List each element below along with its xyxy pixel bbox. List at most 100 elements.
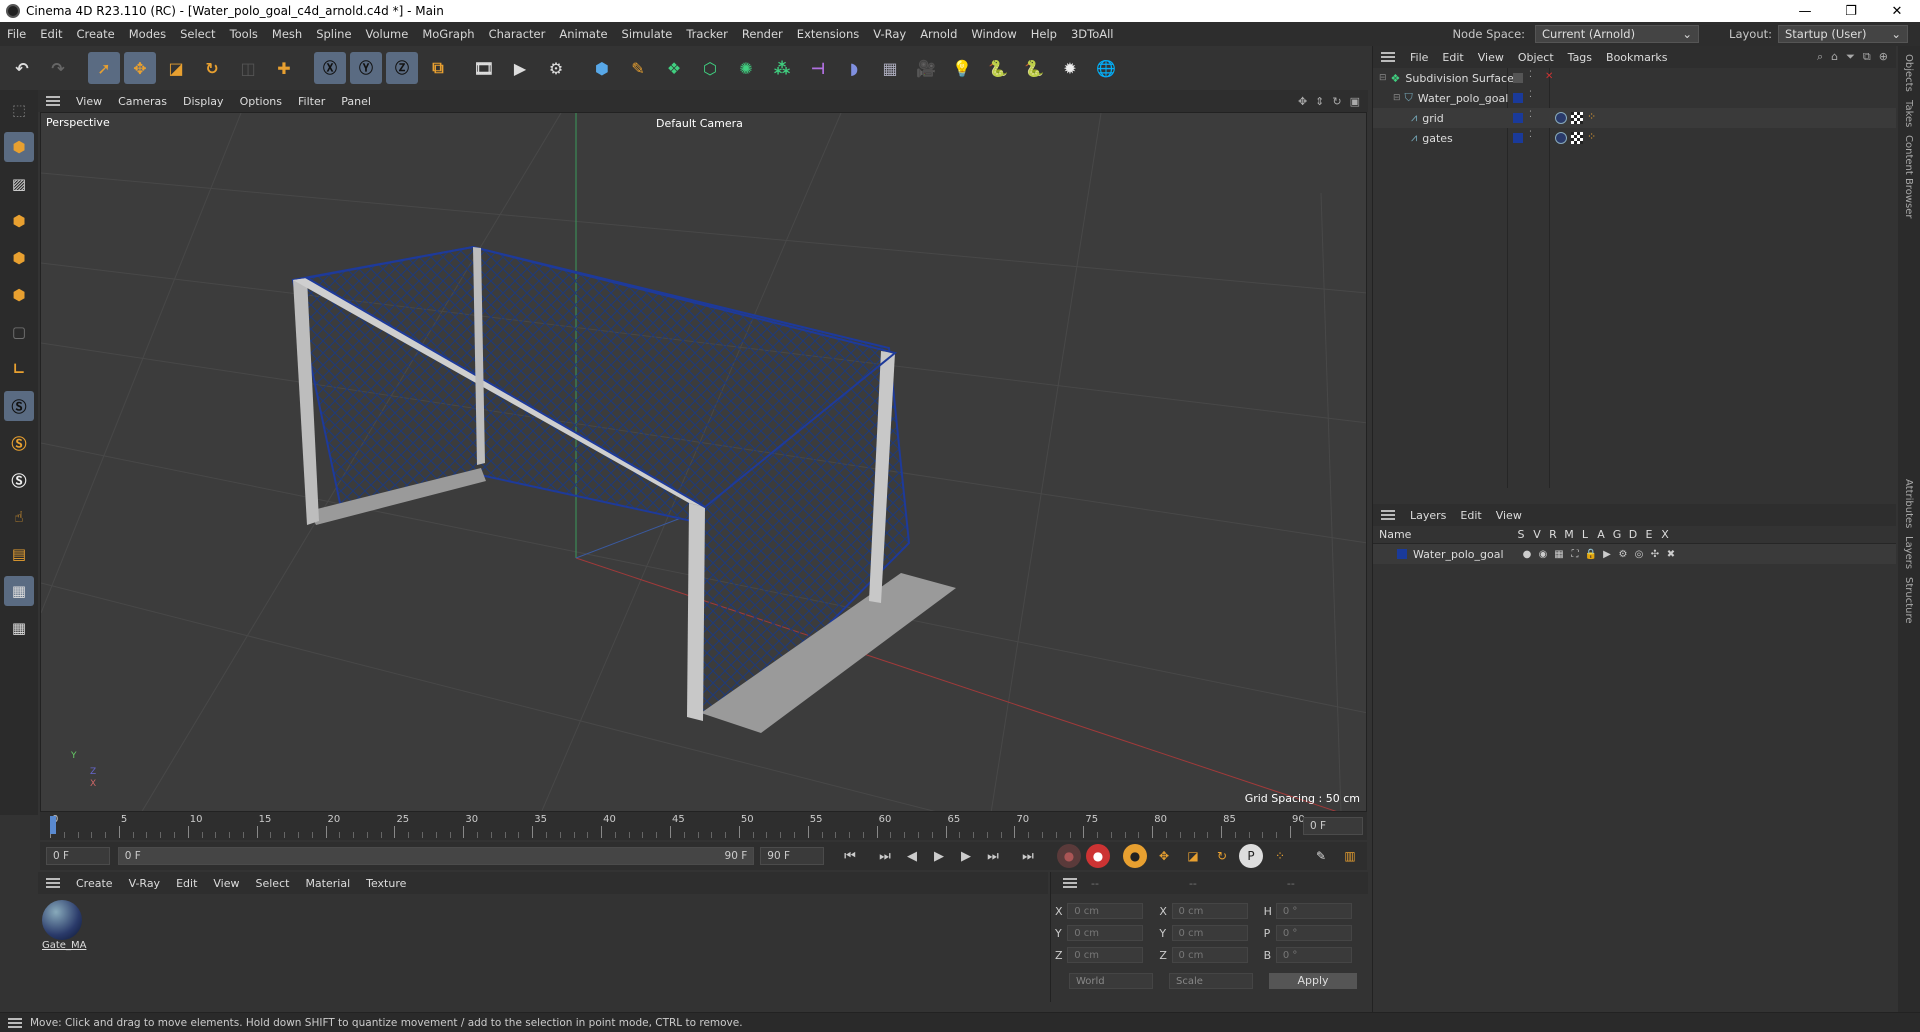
visible-editor-icon[interactable]: ◉ bbox=[1535, 549, 1551, 560]
snap-settings-button[interactable]: Ⓢ bbox=[4, 428, 34, 458]
model-mode-button[interactable]: ⬢ bbox=[4, 132, 34, 162]
go-to-start-button[interactable]: ⏮ bbox=[838, 845, 862, 867]
layer-color-swatch[interactable] bbox=[1397, 549, 1407, 559]
record-active-keys-icon[interactable]: ● bbox=[1085, 844, 1110, 868]
material-menu-create[interactable]: Create bbox=[68, 877, 121, 890]
material-menu-material[interactable]: Material bbox=[297, 877, 358, 890]
material-tag-icon[interactable] bbox=[1555, 112, 1567, 124]
python-generator-button[interactable]: 🐍 bbox=[1018, 52, 1050, 84]
maximize-button[interactable]: ❐ bbox=[1828, 4, 1874, 19]
workplane-button[interactable]: ▤ bbox=[4, 539, 34, 569]
object-menu-tags[interactable]: Tags bbox=[1561, 51, 1599, 64]
menu-mesh[interactable]: Mesh bbox=[265, 27, 309, 41]
menu-animate[interactable]: Animate bbox=[552, 27, 614, 41]
render-picture-viewer-button[interactable]: ▶ bbox=[504, 52, 536, 84]
previous-frame-button[interactable]: ◀ bbox=[900, 845, 924, 867]
planar-workplane-button[interactable]: ▦ bbox=[4, 613, 34, 643]
menu-file[interactable]: File bbox=[0, 27, 33, 41]
object-menu-object[interactable]: Object bbox=[1511, 51, 1561, 64]
visibility-dots-icon[interactable]: ⁚ bbox=[1529, 90, 1532, 100]
viewport-menu-display[interactable]: Display bbox=[175, 95, 232, 108]
search-icon[interactable]: ⌕ bbox=[1817, 50, 1823, 64]
play-button[interactable]: ▶ bbox=[927, 845, 951, 867]
layer-column-name[interactable]: Name bbox=[1373, 528, 1513, 541]
apply-button[interactable]: Apply bbox=[1269, 973, 1357, 989]
move-tool-button[interactable]: ✥ bbox=[124, 52, 156, 84]
layer-column-m[interactable]: M bbox=[1561, 528, 1577, 541]
material-menu-edit[interactable]: Edit bbox=[168, 877, 205, 890]
material-tag-icon[interactable] bbox=[1555, 132, 1567, 144]
timeline-ruler[interactable]: 051015202530354045505560657075808590 0 F bbox=[40, 812, 1367, 840]
end-frame-field[interactable]: 90 F bbox=[760, 847, 824, 865]
material-menu-vray[interactable]: V-Ray bbox=[121, 877, 169, 890]
layer-menu-edit[interactable]: Edit bbox=[1453, 509, 1488, 522]
viewport-menu-options[interactable]: Options bbox=[232, 95, 290, 108]
menu-tracker[interactable]: Tracker bbox=[679, 27, 735, 41]
hamburger-icon[interactable] bbox=[1063, 878, 1077, 888]
visibility-dots-icon[interactable]: ⁚ bbox=[1529, 110, 1532, 120]
uv-mode-button[interactable]: ▢ bbox=[4, 317, 34, 347]
x-axis-lock-button[interactable]: Ⓧ bbox=[314, 52, 346, 84]
menu-edit[interactable]: Edit bbox=[33, 27, 69, 41]
coord-field-x-size[interactable]: 0 cm bbox=[1171, 903, 1248, 919]
object-name[interactable]: Water_polo_goal bbox=[1418, 92, 1509, 105]
camera-object-button[interactable]: 🎥 bbox=[910, 52, 942, 84]
layer-menu-view[interactable]: View bbox=[1489, 509, 1529, 522]
arnold-settings-button[interactable]: ✹ bbox=[1054, 52, 1086, 84]
layout-dropdown[interactable]: Startup (User) ⌄ bbox=[1778, 25, 1908, 43]
viewport-camera-name[interactable]: Default Camera bbox=[656, 117, 743, 130]
viewport-menu-panel[interactable]: Panel bbox=[333, 95, 379, 108]
cloner-button[interactable]: ✺ bbox=[730, 52, 762, 84]
floor-object-button[interactable]: ▦ bbox=[874, 52, 906, 84]
coord-mode-dropdown[interactable]: World bbox=[1069, 973, 1153, 989]
layer-column-l[interactable]: L bbox=[1577, 528, 1593, 541]
side-tab-attributes[interactable]: Attributes bbox=[1903, 479, 1914, 528]
layer-column-s[interactable]: S bbox=[1513, 528, 1529, 541]
manager-icon[interactable]: ⛶ bbox=[1567, 549, 1583, 560]
close-button[interactable]: ✕ bbox=[1874, 4, 1920, 19]
texture-tag-icon[interactable] bbox=[1571, 132, 1583, 144]
menu-tools[interactable]: Tools bbox=[223, 27, 265, 41]
hamburger-icon[interactable] bbox=[1381, 52, 1395, 62]
deformers-icon[interactable]: ◎ bbox=[1631, 549, 1647, 560]
layer-name[interactable]: Water_polo_goal bbox=[1413, 548, 1519, 561]
menu-arnold[interactable]: Arnold bbox=[913, 27, 964, 41]
menu-volume[interactable]: Volume bbox=[359, 27, 416, 41]
expand-icon[interactable]: ⊟ bbox=[1379, 73, 1387, 83]
object-row-grid[interactable]: ⩘ grid ⁚ ⁘ bbox=[1373, 108, 1896, 128]
keyframe-pla-icon[interactable]: ⁘ bbox=[1268, 844, 1292, 868]
y-axis-lock-button[interactable]: Ⓨ bbox=[350, 52, 382, 84]
keyframe-rotation-icon[interactable]: ↻ bbox=[1210, 844, 1234, 868]
python-script-button[interactable]: 🐍 bbox=[982, 52, 1014, 84]
select-tool-button[interactable]: ➚ bbox=[88, 52, 120, 84]
node-space-dropdown[interactable]: Current (Arnold) ⌄ bbox=[1535, 25, 1700, 43]
phong-tag-icon[interactable]: ⁘ bbox=[1587, 110, 1596, 123]
lock-icon[interactable]: 🔒 bbox=[1583, 549, 1599, 560]
coordinate-system-button[interactable]: ⧉ bbox=[422, 52, 454, 84]
coord-field-b-rotation[interactable]: 0 ° bbox=[1275, 947, 1352, 963]
object-row-subdivision-surface[interactable]: ⊟ ❖ Subdivision Surface ⁚ ✕ bbox=[1373, 68, 1896, 88]
solo-icon[interactable]: ● bbox=[1519, 549, 1535, 560]
object-menu-view[interactable]: View bbox=[1471, 51, 1511, 64]
generators-icon[interactable]: ⚙ bbox=[1615, 549, 1631, 560]
layer-column-e[interactable]: E bbox=[1641, 528, 1657, 541]
coord-field-p-rotation[interactable]: 0 ° bbox=[1275, 925, 1352, 941]
side-tab-structure[interactable]: Structure bbox=[1903, 577, 1914, 624]
menu-3dtoall[interactable]: 3DToAll bbox=[1064, 27, 1121, 41]
current-frame-field[interactable]: 0 F bbox=[1303, 817, 1363, 835]
deformer-button[interactable]: ⊣ bbox=[802, 52, 834, 84]
motion-clip-icon[interactable]: ✎ bbox=[1309, 844, 1333, 868]
texture-tag-icon[interactable] bbox=[1571, 112, 1583, 124]
pin-icon[interactable]: ⊕ bbox=[1879, 50, 1888, 64]
layer-column-v[interactable]: V bbox=[1529, 528, 1545, 541]
object-name[interactable]: Subdivision Surface bbox=[1405, 72, 1513, 85]
coord-field-h-rotation[interactable]: 0 ° bbox=[1275, 903, 1352, 919]
xref-icon[interactable]: ✖ bbox=[1663, 549, 1679, 560]
filter-icon[interactable]: ⏷ bbox=[1846, 50, 1855, 64]
minimize-button[interactable]: — bbox=[1782, 4, 1828, 19]
object-name[interactable]: gates bbox=[1422, 132, 1453, 145]
points-mode-button[interactable]: ⬢ bbox=[4, 206, 34, 236]
hamburger-icon[interactable] bbox=[1381, 510, 1395, 520]
side-tab-takes[interactable]: Takes bbox=[1903, 100, 1914, 127]
move-view-icon[interactable]: ✥ bbox=[1298, 95, 1307, 108]
